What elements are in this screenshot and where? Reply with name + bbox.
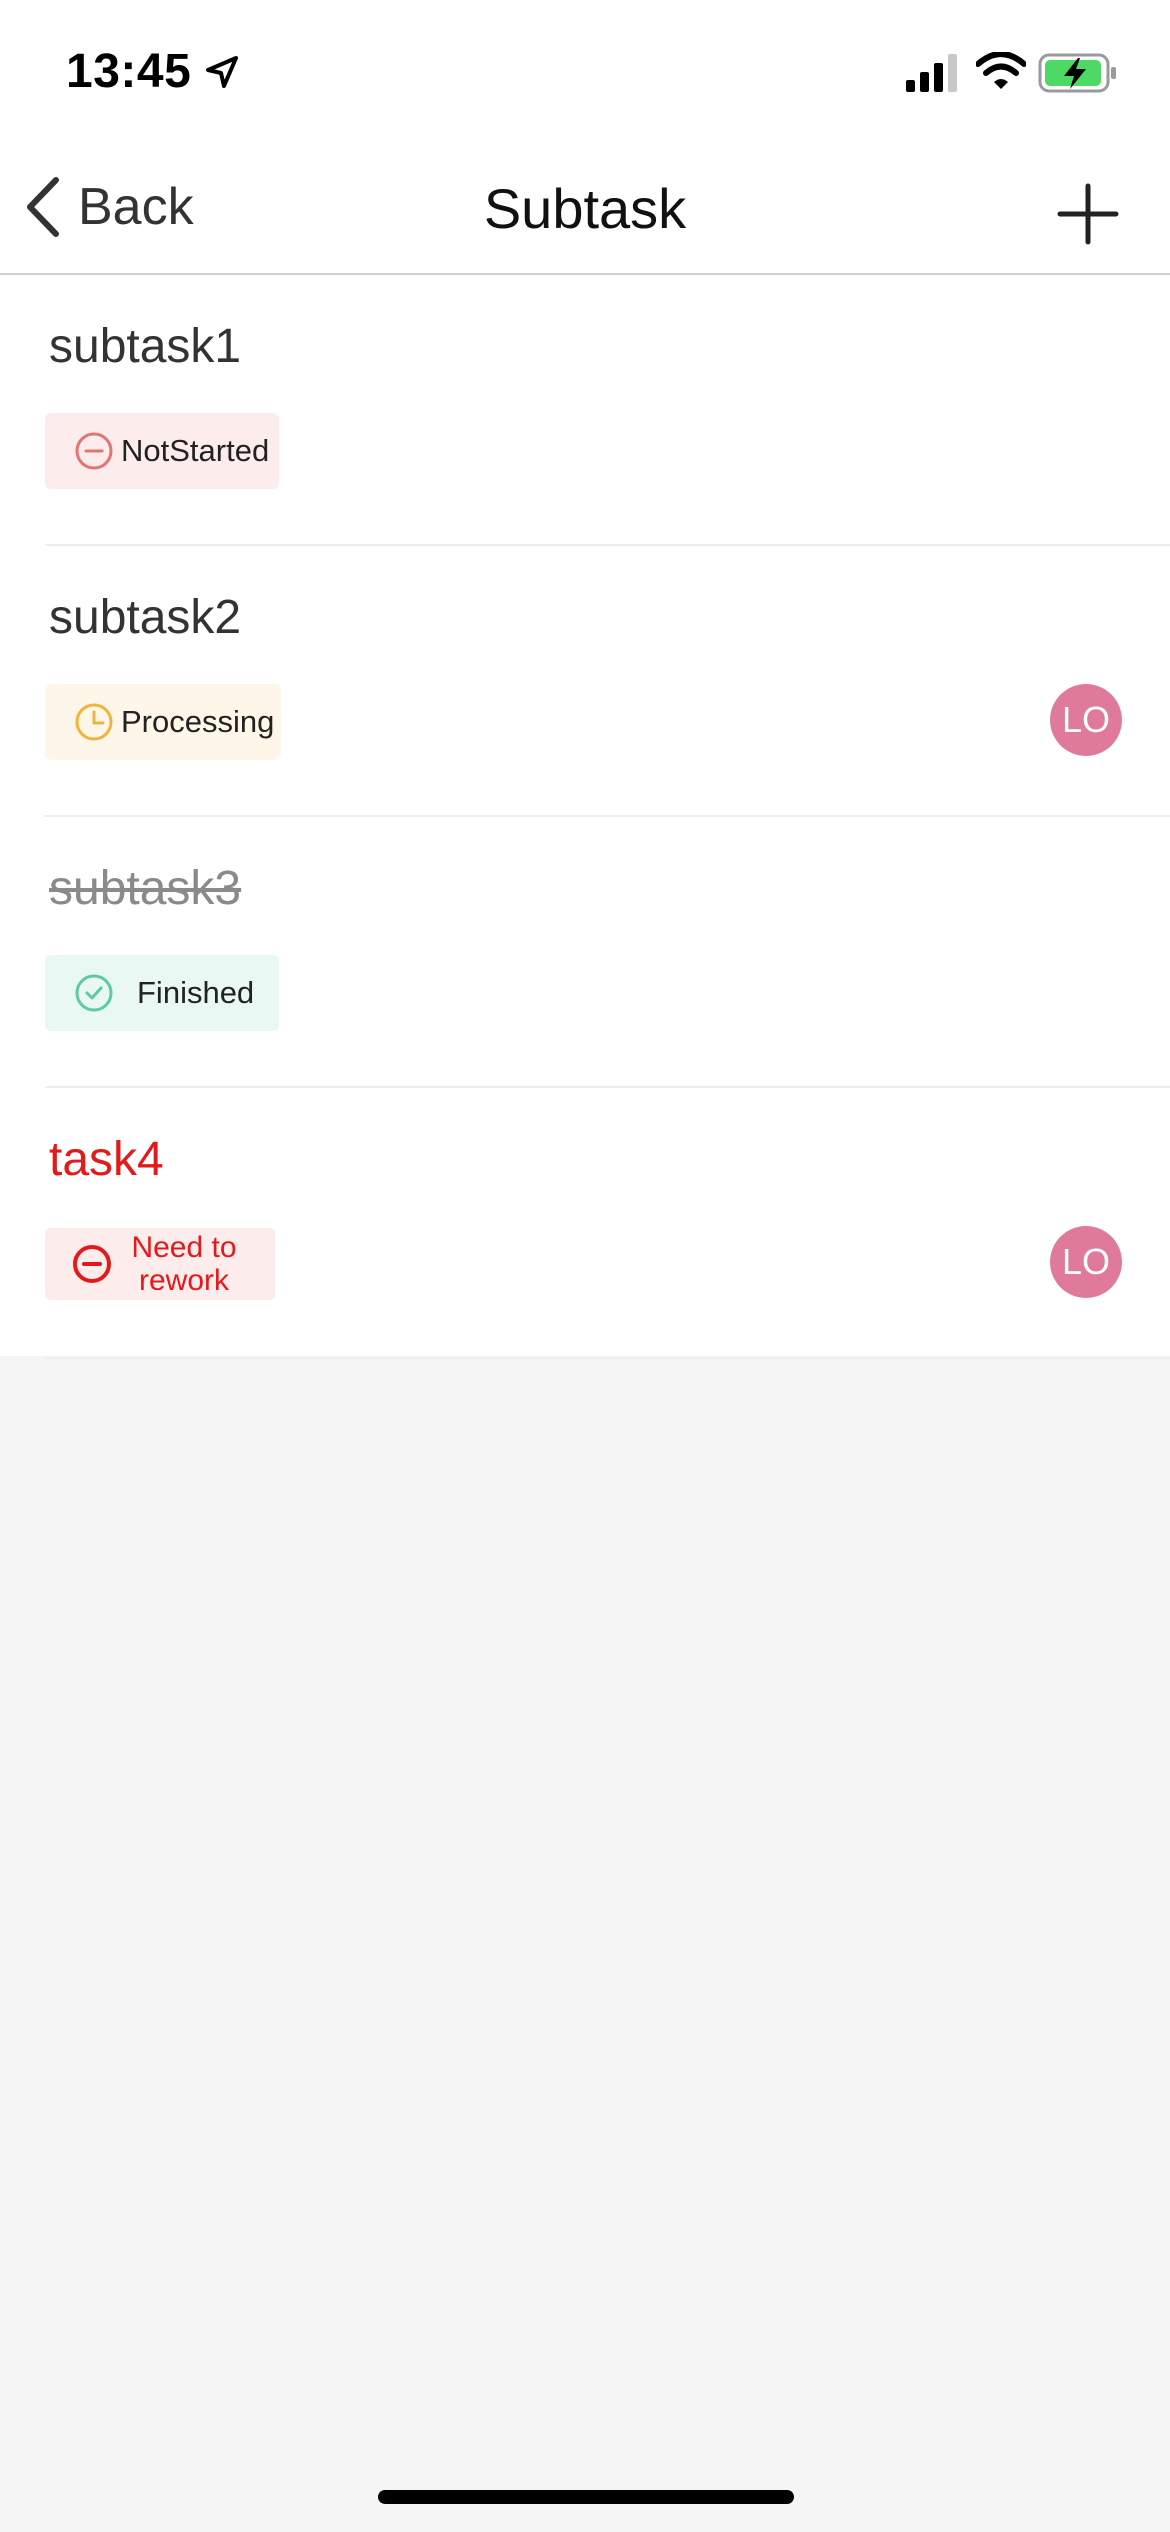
list-item[interactable]: subtask3 Finished xyxy=(45,817,1170,1088)
plus-icon[interactable] xyxy=(1052,178,1124,250)
list-item[interactable]: task4 Need to rework LO xyxy=(45,1088,1170,1359)
avatar[interactable]: LO xyxy=(1050,684,1122,756)
navigation-bar: Back Subtask xyxy=(0,140,1170,275)
status-time: 13:45 xyxy=(66,45,192,98)
status-bar: 13:45 xyxy=(0,0,1170,140)
location-arrow-icon xyxy=(206,56,238,88)
cellular-signal-icon xyxy=(906,54,957,92)
home-indicator[interactable] xyxy=(378,2490,794,2504)
subtask-title: subtask3 xyxy=(49,862,242,915)
status-badge: Processing xyxy=(45,684,281,760)
page-title: Subtask xyxy=(483,177,687,240)
list-item[interactable]: subtask2 Processing LO xyxy=(45,546,1170,817)
status-label: Need to rework xyxy=(131,1231,237,1297)
avatar[interactable]: LO xyxy=(1050,1226,1122,1298)
subtask-title: subtask2 xyxy=(49,591,242,644)
status-badge: Need to rework xyxy=(45,1228,275,1300)
status-badge: Finished xyxy=(45,955,279,1031)
subtask-title: task4 xyxy=(49,1133,164,1186)
status-badge: NotStarted xyxy=(45,413,279,489)
subtask-title: subtask1 xyxy=(49,320,242,373)
subtask-list: subtask1 NotStarted subtask2 Processing … xyxy=(0,275,1170,1359)
minus-circle-icon xyxy=(73,1245,111,1283)
status-label: NotStarted xyxy=(121,433,270,468)
check-circle-icon xyxy=(75,974,113,1012)
minus-circle-icon xyxy=(75,432,113,470)
status-label: Finished xyxy=(137,975,255,1010)
wifi-icon xyxy=(976,52,1026,89)
battery-charging-icon xyxy=(1038,53,1116,93)
list-item[interactable]: subtask1 NotStarted xyxy=(45,275,1170,546)
status-label: Processing xyxy=(121,704,275,739)
clock-icon xyxy=(75,703,113,741)
